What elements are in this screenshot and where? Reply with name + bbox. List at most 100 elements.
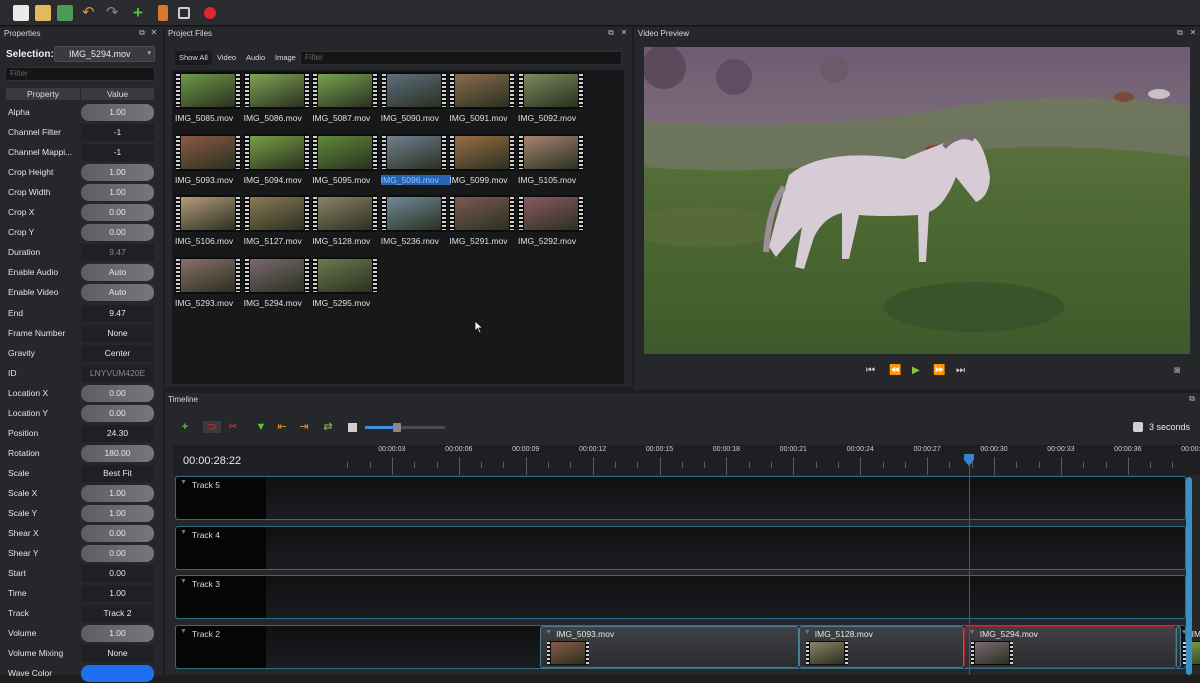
- file-thumbnail[interactable]: IMG_5095.mov: [312, 133, 379, 194]
- property-row[interactable]: Volume Mixing None: [6, 644, 154, 663]
- clip-menu-icon[interactable]: ▼: [545, 629, 552, 636]
- property-row[interactable]: Crop X 0.00: [6, 203, 154, 222]
- property-row[interactable]: Start 0.00: [6, 564, 154, 583]
- property-row[interactable]: Rotation 180.00: [6, 444, 154, 463]
- clip[interactable]: ▼ IMG_5093.mov: [540, 625, 799, 668]
- property-value[interactable]: Auto: [81, 264, 154, 282]
- new-project-icon[interactable]: [13, 5, 29, 21]
- snap-icon[interactable]: ⊃: [203, 421, 221, 433]
- tab-show-all[interactable]: Show All: [175, 51, 212, 65]
- property-row[interactable]: Location Y 0.00: [6, 404, 154, 423]
- track-header[interactable]: ▼ Track 2: [176, 625, 266, 668]
- play-icon[interactable]: ▶: [912, 365, 920, 376]
- file-thumbnail[interactable]: IMG_5093.mov: [175, 133, 241, 194]
- property-value[interactable]: Auto: [81, 284, 154, 302]
- file-thumbnail[interactable]: IMG_5099.mov: [449, 133, 516, 194]
- property-value[interactable]: 0.00: [81, 224, 154, 242]
- track-menu-icon[interactable]: ▼: [180, 628, 187, 635]
- property-row[interactable]: Crop Height 1.00: [6, 163, 154, 182]
- file-thumbnail[interactable]: IMG_5294.mov: [243, 256, 310, 317]
- clip[interactable]: ▼ IMG_5294.mov: [963, 625, 1176, 668]
- close-icon[interactable]: ✕: [1189, 29, 1197, 37]
- file-thumbnail[interactable]: IMG_5128.mov: [312, 195, 379, 255]
- property-row[interactable]: Shear X 0.00: [6, 524, 154, 543]
- track-header[interactable]: ▼ Track 5: [176, 477, 266, 519]
- file-thumbnail[interactable]: IMG_5127.mov: [243, 195, 310, 255]
- property-row[interactable]: End 9.47: [6, 304, 154, 323]
- redo-icon[interactable]: ↷: [106, 5, 122, 21]
- property-row[interactable]: Enable Video Auto: [6, 283, 154, 302]
- rewind-icon[interactable]: ⏪: [889, 365, 901, 376]
- property-row[interactable]: Track Track 2: [6, 604, 154, 623]
- track[interactable]: ▼ Track 2 ▼ IMG_5093.mov ▼ IMG_5128.mov ▼ IMG_5…: [175, 624, 1200, 669]
- property-value[interactable]: 1.00: [81, 184, 154, 202]
- open-project-icon[interactable]: [35, 5, 51, 21]
- property-value[interactable]: Center: [81, 344, 154, 362]
- clip[interactable]: ▼ IMG_5128.mov: [798, 625, 964, 668]
- close-icon[interactable]: ✕: [620, 29, 628, 37]
- file-thumbnail[interactable]: IMG_5293.mov: [175, 256, 241, 317]
- property-row[interactable]: Gravity Center: [6, 344, 154, 363]
- undock-icon[interactable]: ⧉: [1176, 29, 1184, 37]
- zoom-checkbox[interactable]: [1133, 422, 1143, 432]
- property-value[interactable]: 0.00: [81, 565, 154, 583]
- file-thumbnail[interactable]: IMG_5086.mov: [243, 72, 310, 132]
- previous-marker-icon[interactable]: ⇤: [276, 421, 288, 433]
- track-header[interactable]: ▼ Track 4: [176, 526, 266, 569]
- property-row[interactable]: Volume 1.00: [6, 624, 154, 643]
- file-thumbnail[interactable]: IMG_5106.mov: [175, 195, 241, 255]
- tab-image[interactable]: Image: [271, 51, 300, 65]
- property-value[interactable]: 24.30: [81, 424, 154, 442]
- property-row[interactable]: Alpha 1.00: [6, 103, 154, 122]
- undock-icon[interactable]: ⧉: [607, 29, 615, 37]
- property-value[interactable]: [81, 665, 154, 683]
- timeline-ruler[interactable]: 00:00:28:22 00:00:03 00:00:06 00:00:09 00:0…: [173, 445, 1200, 475]
- property-value[interactable]: 0.00: [81, 384, 154, 402]
- property-row[interactable]: Scale Y 1.00: [6, 504, 154, 523]
- file-thumbnail[interactable]: IMG_5094.mov: [243, 133, 310, 194]
- clip[interactable]: ▼IMG_5094.mov: [1175, 625, 1200, 668]
- file-thumbnail[interactable]: IMG_5295.mov: [312, 256, 379, 317]
- property-value[interactable]: Track 2: [81, 605, 154, 623]
- undock-icon[interactable]: ⧉: [138, 29, 146, 37]
- undock-icon[interactable]: ⧉: [1188, 395, 1196, 403]
- property-value[interactable]: 1.00: [81, 625, 154, 643]
- track[interactable]: ▼ Track 3: [175, 575, 1186, 619]
- fullscreen-icon[interactable]: [178, 7, 190, 19]
- property-value[interactable]: 0.00: [81, 204, 154, 222]
- property-row[interactable]: Time 1.00: [6, 584, 154, 603]
- property-value[interactable]: Best Fit: [81, 464, 154, 482]
- export-video-icon[interactable]: [204, 7, 216, 19]
- razor-icon[interactable]: ✂: [227, 421, 239, 433]
- property-row[interactable]: Crop Width 1.00: [6, 183, 154, 202]
- property-value[interactable]: None: [81, 645, 154, 663]
- property-row[interactable]: ID LNYVUM420E: [6, 364, 154, 383]
- properties-filter-input[interactable]: Filter: [5, 67, 155, 81]
- file-thumbnail[interactable]: IMG_5092.mov: [518, 72, 584, 132]
- property-row[interactable]: Frame Number None: [6, 324, 154, 343]
- property-row[interactable]: Duration 9.47: [6, 243, 154, 262]
- add-track-icon[interactable]: +: [179, 421, 191, 433]
- file-thumbnail[interactable]: IMG_5085.mov: [175, 72, 241, 132]
- next-marker-icon[interactable]: ⇥: [298, 421, 310, 433]
- property-value[interactable]: 9.47: [81, 244, 154, 262]
- selection-dropdown[interactable]: IMG_5294.mov ▾: [54, 46, 155, 62]
- tab-audio[interactable]: Audio: [242, 51, 269, 65]
- jump-end-icon[interactable]: ⏭: [956, 365, 965, 376]
- property-row[interactable]: Location X 0.00: [6, 384, 154, 403]
- clip-menu-icon[interactable]: ▼: [804, 629, 811, 636]
- property-value[interactable]: 0.00: [81, 525, 154, 543]
- property-value[interactable]: -1: [81, 144, 154, 162]
- property-row[interactable]: Wave Color: [6, 664, 154, 683]
- file-thumbnail[interactable]: IMG_5292.mov: [518, 195, 584, 255]
- property-row[interactable]: Enable Audio Auto: [6, 263, 154, 282]
- track[interactable]: ▼ Track 5: [175, 476, 1186, 520]
- project-files-filter-input[interactable]: Filter: [300, 51, 622, 65]
- playhead-marker[interactable]: [963, 453, 975, 467]
- file-thumbnail[interactable]: IMG_5096.mov: [380, 133, 451, 194]
- track-header[interactable]: ▼ Track 3: [176, 576, 266, 618]
- tab-video[interactable]: Video: [213, 51, 240, 65]
- file-thumbnail[interactable]: IMG_5091.mov: [449, 72, 516, 132]
- track-menu-icon[interactable]: ▼: [180, 529, 187, 536]
- close-icon[interactable]: ✕: [150, 29, 158, 37]
